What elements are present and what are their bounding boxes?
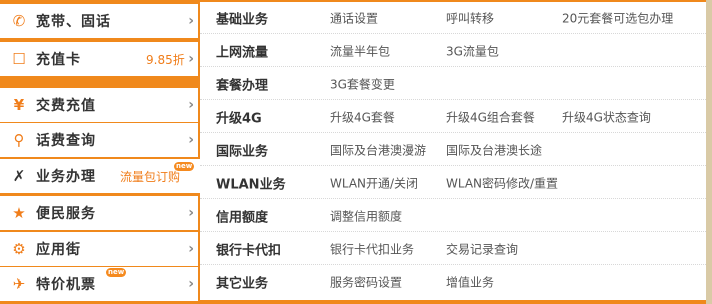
data-package-link[interactable]: 流量包订购 <box>120 168 180 185</box>
service-link[interactable]: 调整信用额度 <box>330 207 402 224</box>
service-link[interactable]: WLAN密码修改/重置 <box>446 174 558 191</box>
menu-item-label: 交费充值 <box>36 98 96 114</box>
service-link[interactable]: 3G流量包 <box>446 42 499 59</box>
chevron-right-icon: › <box>188 97 194 113</box>
chevron-right-icon: › <box>188 276 194 292</box>
service-link[interactable]: 国际及台港澳长途 <box>446 141 542 158</box>
tools-icon: ✗ <box>12 167 26 185</box>
service-link[interactable]: 流量半年包 <box>330 42 390 59</box>
service-panel-body: 基础业务 通话设置 呼叫转移 20元套餐可选包办理 上网流量 流量半年包 3G流… <box>200 2 706 300</box>
row-category: 基础业务 <box>216 12 269 27</box>
menu-item-payment[interactable]: ¥ 交费充值 › <box>0 88 198 122</box>
service-link[interactable]: 呼叫转移 <box>446 9 494 26</box>
people-icon: ★ <box>12 204 26 222</box>
service-link[interactable]: WLAN开通/关闭 <box>330 174 418 191</box>
search-icon: ⚲ <box>13 131 25 149</box>
service-link[interactable]: 银行卡代扣业务 <box>330 240 414 257</box>
menu-item-label: 便民服务 <box>36 206 96 222</box>
row-category: WLAN业务 <box>216 177 286 192</box>
menu-item-app-street[interactable]: ⚙ 应用街 › <box>0 232 198 266</box>
service-row: 套餐办理 3G套餐变更 <box>200 68 706 100</box>
menu-item-business[interactable]: ✗ 业务办理 流量包订购 new <box>0 159 200 193</box>
service-link[interactable]: 3G套餐变更 <box>330 75 395 92</box>
service-link[interactable]: 升级4G状态查询 <box>562 108 651 125</box>
menu-item-label: 宽带、固话 <box>36 14 111 30</box>
chevron-right-icon: › <box>188 51 194 67</box>
service-link[interactable]: 增值业务 <box>446 274 494 291</box>
new-badge: new <box>106 268 127 277</box>
service-link[interactable]: 20元套餐可选包办理 <box>562 9 673 26</box>
menu-item-convenience[interactable]: ★ 便民服务 › <box>0 196 198 230</box>
row-category: 银行卡代扣 <box>216 243 282 258</box>
menu-item-label: 应用街 <box>36 242 81 258</box>
service-link[interactable]: 交易记录查询 <box>446 240 518 257</box>
row-category: 其它业务 <box>216 276 269 292</box>
menu-item-flights[interactable]: ✈ 特价机票 new › <box>0 267 198 301</box>
row-category: 信用额度 <box>216 210 269 225</box>
row-category: 国际业务 <box>216 144 269 159</box>
service-row: 升级4G 升级4G套餐 升级4G组合套餐 升级4G状态查询 <box>200 101 706 133</box>
service-row: 上网流量 流量半年包 3G流量包 <box>200 35 706 67</box>
chevron-right-icon: › <box>188 241 194 257</box>
row-category: 升级4G <box>216 111 262 126</box>
discount-label: 9.85折 <box>146 52 185 67</box>
service-menu: ✆ 宽带、固话 › ☐ 充值卡 9.85折 › ¥ 交费充值 › ⚲ 话费查询 … <box>0 0 200 304</box>
row-category: 套餐办理 <box>216 78 269 93</box>
service-link[interactable]: 服务密码设置 <box>330 274 402 291</box>
plane-icon: ✈ <box>12 275 26 293</box>
new-badge: new <box>174 162 195 171</box>
page-edge-strip <box>706 0 712 304</box>
menu-item-label: 充值卡 <box>36 52 81 68</box>
service-link[interactable]: 通话设置 <box>330 9 378 26</box>
service-row: 信用额度 调整信用额度 <box>200 200 706 232</box>
service-panel: 基础业务 通话设置 呼叫转移 20元套餐可选包办理 上网流量 流量半年包 3G流… <box>200 0 712 304</box>
menu-item-broadband[interactable]: ✆ 宽带、固话 › <box>0 4 198 38</box>
service-row: 国际业务 国际及台港澳漫游 国际及台港澳长途 <box>200 134 706 166</box>
menu-item-recharge-card[interactable]: ☐ 充值卡 9.85折 › <box>0 42 198 76</box>
menu-item-bill-query[interactable]: ⚲ 话费查询 › <box>0 123 198 157</box>
yen-icon: ¥ <box>13 96 25 114</box>
service-row: 银行卡代扣 银行卡代扣业务 交易记录查询 <box>200 233 706 265</box>
service-link[interactable]: 升级4G组合套餐 <box>446 108 535 125</box>
menu-item-label: 业务办理 <box>36 169 96 185</box>
service-row: WLAN业务 WLAN开通/关闭 WLAN密码修改/重置 <box>200 167 706 199</box>
phone-icon: ✆ <box>12 12 26 30</box>
menu-item-label: 话费查询 <box>36 133 96 149</box>
chevron-right-icon: › <box>188 13 194 29</box>
service-row: 基础业务 通话设置 呼叫转移 20元套餐可选包办理 <box>200 2 706 34</box>
service-link[interactable]: 升级4G套餐 <box>330 108 395 125</box>
service-link[interactable]: 国际及台港澳漫游 <box>330 141 426 158</box>
card-icon: ☐ <box>12 50 26 68</box>
service-row: 其它业务 服务密码设置 增值业务 <box>200 266 706 298</box>
row-category: 上网流量 <box>216 45 269 60</box>
chevron-right-icon: › <box>188 132 194 148</box>
android-icon: ⚙ <box>12 240 26 258</box>
menu-item-label: 特价机票 <box>36 277 96 293</box>
chevron-right-icon: › <box>188 205 194 221</box>
